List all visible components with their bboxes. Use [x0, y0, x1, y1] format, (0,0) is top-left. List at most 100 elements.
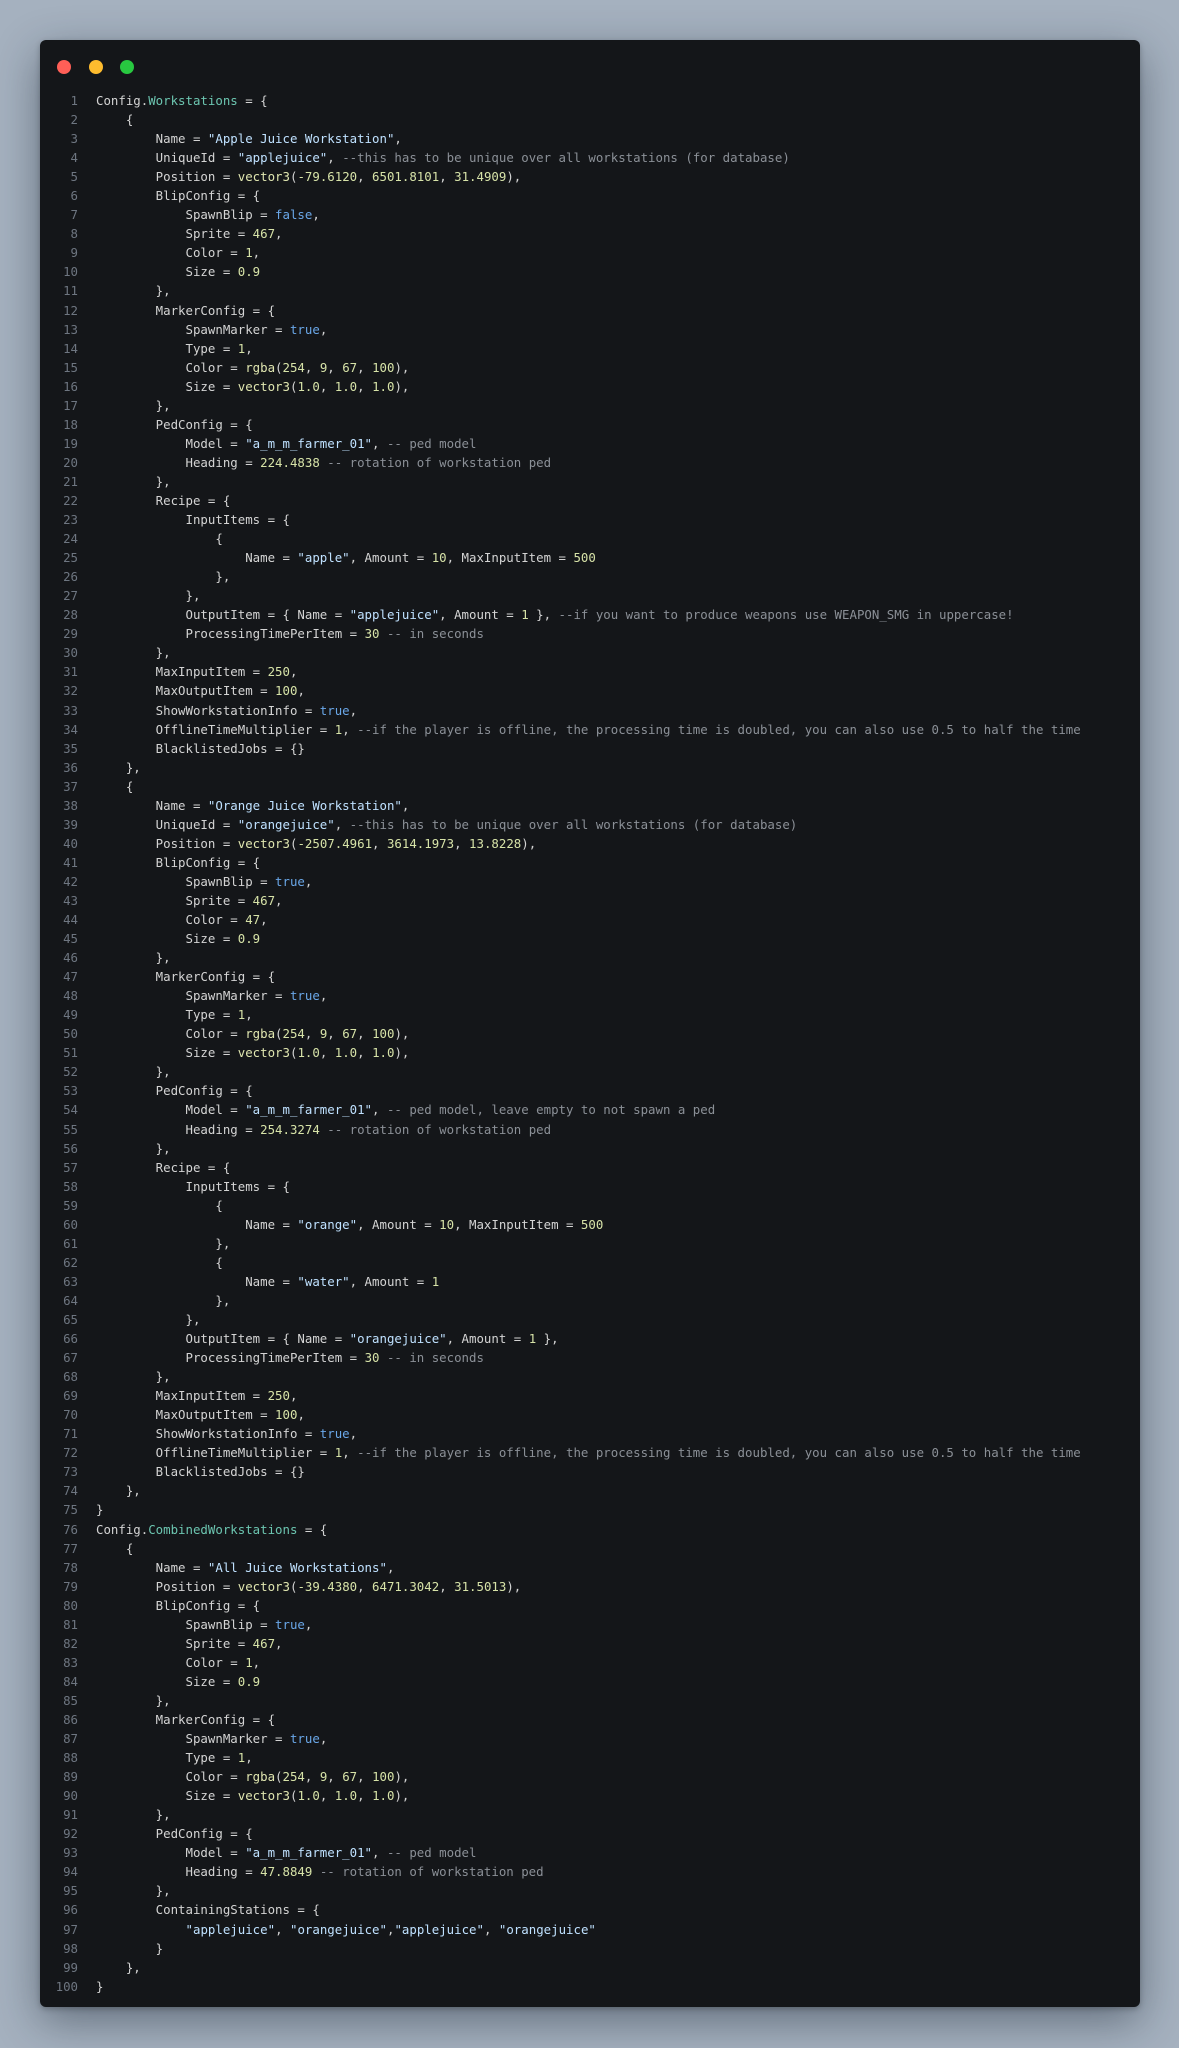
- line-source: BlacklistedJobs = {}: [96, 739, 305, 758]
- code-token: 10: [439, 1216, 455, 1232]
- code-token: true: [289, 1731, 320, 1747]
- code-token: --this has to be unique over all worksta…: [342, 150, 790, 166]
- code-token: ,: [439, 1578, 455, 1594]
- code-line: 48 SpawnMarker = true,: [40, 986, 1140, 1005]
- code-token: "All Juice Workstations": [207, 1559, 387, 1575]
- line-source: }: [96, 1977, 103, 1996]
- line-number: 38: [63, 797, 78, 813]
- code-token: Sprite =: [96, 226, 253, 242]
- code-line: 46 },: [40, 948, 1140, 967]
- line-number: 84: [63, 1673, 78, 1689]
- line-source: Name = "Apple Juice Workstation",: [96, 129, 402, 148]
- code-token: 67: [342, 359, 358, 375]
- code-line: 62 {: [40, 1253, 1140, 1272]
- minimize-button[interactable]: [88, 60, 103, 74]
- code-token: MarkerConfig = {: [96, 302, 276, 318]
- code-token: true: [275, 873, 305, 889]
- code-token: "orangejuice": [498, 1921, 596, 1937]
- line-number: 14: [63, 340, 78, 356]
- code-line: 21 },: [40, 472, 1140, 491]
- code-token: "applejuice": [237, 150, 328, 166]
- code-token: SpawnBlip =: [96, 207, 276, 223]
- line-number: 17: [63, 397, 78, 413]
- code-token: ,: [327, 1769, 343, 1785]
- code-token: },: [96, 1959, 141, 1975]
- code-line: 100}: [40, 1977, 1140, 1996]
- code-token: ProcessingTimePerItem =: [96, 626, 365, 642]
- code-line: 76 Config.CombinedWorkstations = {: [40, 1520, 1140, 1539]
- code-token: Size =: [96, 1045, 238, 1061]
- line-number: 78: [63, 1559, 78, 1575]
- line-source: Type = 1,: [96, 1005, 253, 1024]
- code-token: -- ped model: [386, 435, 477, 451]
- line-source: Model = "a_m_m_farmer_01", -- ped model: [96, 434, 477, 453]
- code-line: 73 BlacklistedJobs = {}: [40, 1462, 1140, 1481]
- code-token: "orangejuice": [289, 1921, 387, 1937]
- code-token: -- ped model, leave empty to not spawn a…: [386, 1102, 716, 1118]
- code-token: {: [96, 1254, 223, 1270]
- line-number: 69: [63, 1388, 78, 1404]
- code-line: 40 Position = vector3(-2507.4961, 3614.1…: [40, 834, 1140, 853]
- code-token: },: [96, 397, 171, 413]
- line-number: 60: [63, 1216, 78, 1232]
- code-token: ),: [394, 1026, 410, 1042]
- line-source: Position = vector3(-79.6120, 6501.8101, …: [96, 167, 522, 186]
- code-token: },: [96, 950, 171, 966]
- line-number: 6: [70, 188, 78, 204]
- code-line: 51 Size = vector3(1.0, 1.0, 1.0),: [40, 1043, 1140, 1062]
- code-token: , Amount =: [349, 1273, 432, 1289]
- code-token: MaxInputItem =: [96, 1388, 268, 1404]
- code-line: 84 Size = 0.9: [40, 1672, 1140, 1691]
- code-token: 13.8228: [469, 835, 522, 851]
- code-line: 22 Recipe = {: [40, 491, 1140, 510]
- code-token: rgba: [245, 1769, 276, 1785]
- code-token: ),: [394, 1769, 410, 1785]
- code-token: Config.: [96, 1521, 149, 1537]
- line-number: 56: [63, 1140, 78, 1156]
- line-source: BlipConfig = {: [96, 1596, 260, 1615]
- line-number: 24: [63, 531, 78, 547]
- line-number: 54: [63, 1102, 78, 1118]
- line-source: Type = 1,: [96, 1748, 253, 1767]
- line-number: 70: [63, 1407, 78, 1423]
- code-token: ,: [319, 321, 328, 337]
- code-token: OfflineTimeMultiplier =: [96, 721, 335, 737]
- code-token: },: [96, 759, 141, 775]
- code-token: Position =: [96, 835, 238, 851]
- line-number: 25: [63, 550, 78, 566]
- code-token: 254.3274: [260, 1121, 320, 1137]
- line-source: Sprite = 467,: [96, 1634, 283, 1653]
- code-line: 2 {: [40, 110, 1140, 129]
- line-source: MaxOutputItem = 100,: [96, 1405, 305, 1424]
- code-token: Recipe = {: [96, 1159, 231, 1175]
- code-token: "applejuice": [349, 607, 440, 623]
- code-token: "a_m_m_farmer_01": [245, 435, 373, 451]
- code-line: 14 Type = 1,: [40, 339, 1140, 358]
- line-number: 41: [63, 854, 78, 870]
- code-token: true: [289, 988, 320, 1004]
- code-line: 4 UniqueId = "applejuice", --this has to…: [40, 148, 1140, 167]
- code-token: "orangejuice": [349, 1331, 447, 1347]
- code-token: Size =: [96, 378, 238, 394]
- line-number: 76: [63, 1521, 78, 1537]
- code-token: Config.: [96, 93, 149, 108]
- line-number: 100: [55, 1978, 78, 1994]
- line-source: },: [96, 643, 171, 662]
- code-token: -- rotation of workstation ped: [319, 1864, 544, 1880]
- code-token: false: [275, 207, 313, 223]
- maximize-button[interactable]: [120, 60, 135, 74]
- line-source: },: [96, 758, 141, 777]
- line-source: Color = rgba(254, 9, 67, 100),: [96, 358, 410, 377]
- close-button[interactable]: [57, 60, 71, 74]
- code-line: 69 MaxInputItem = 250,: [40, 1386, 1140, 1405]
- code-token: "a_m_m_farmer_01": [245, 1102, 373, 1118]
- line-source: },: [96, 948, 171, 967]
- line-source: {: [96, 110, 133, 129]
- line-source: Name = "Orange Juice Workstation",: [96, 796, 410, 815]
- line-source: Size = vector3(1.0, 1.0, 1.0),: [96, 1786, 410, 1805]
- line-number: 68: [63, 1369, 78, 1385]
- line-number: 86: [63, 1711, 78, 1727]
- code-area[interactable]: 1 Config.Workstations = {2 {3 Name = "App…: [40, 91, 1140, 1996]
- line-source: },: [96, 1291, 230, 1310]
- line-number: 8: [70, 226, 78, 242]
